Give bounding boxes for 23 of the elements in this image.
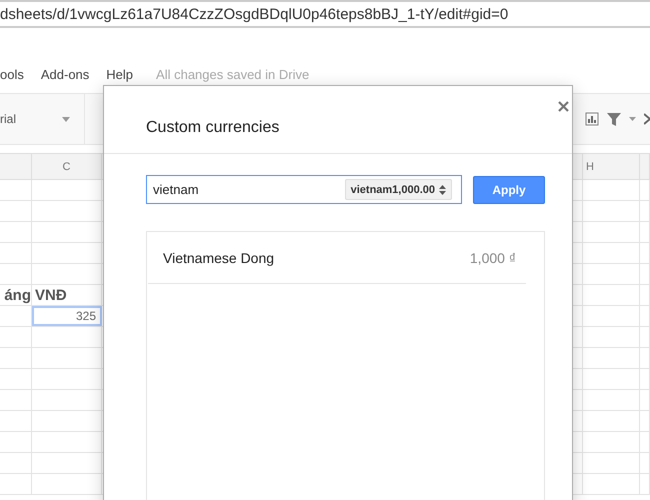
close-icon[interactable] (558, 101, 569, 112)
address-url[interactable]: dsheets/d/1vwcgLz61a7U84CzzZOsgdBDqlU0p46teps8bBJ_1-tY/edit#gid=0 (0, 6, 508, 22)
selected-cell[interactable]: 325 (32, 306, 102, 326)
table-cell: VNĐ (35, 286, 67, 304)
filter-icon[interactable] (607, 112, 621, 126)
save-status: All changes saved in Drive (156, 66, 310, 82)
format-select[interactable]: vietnam1,000.00 (344, 179, 452, 200)
caret-icon[interactable] (629, 117, 636, 121)
column-header[interactable]: C (32, 154, 102, 179)
sort-arrows-icon (439, 184, 446, 196)
search-field[interactable]: vietnam vietnam1,000.00 (146, 175, 462, 204)
currency-option[interactable]: Vietnamese Dong 1,000 ₫ (148, 232, 526, 284)
table-cell: áng (4, 286, 31, 304)
caret-icon[interactable] (62, 116, 70, 122)
chart-icon[interactable] (585, 112, 599, 126)
menu-item[interactable]: Add-ons (40, 66, 90, 82)
menu-item[interactable]: ools (0, 66, 24, 82)
menu-item[interactable]: Help (106, 66, 134, 82)
dialog-title: Custom currencies (146, 118, 280, 136)
table-cell: 325 (76, 309, 96, 323)
font-dropdown[interactable]: rial (0, 112, 62, 126)
toolbar-icon[interactable] (644, 113, 650, 125)
column-header[interactable]: H (583, 154, 640, 179)
